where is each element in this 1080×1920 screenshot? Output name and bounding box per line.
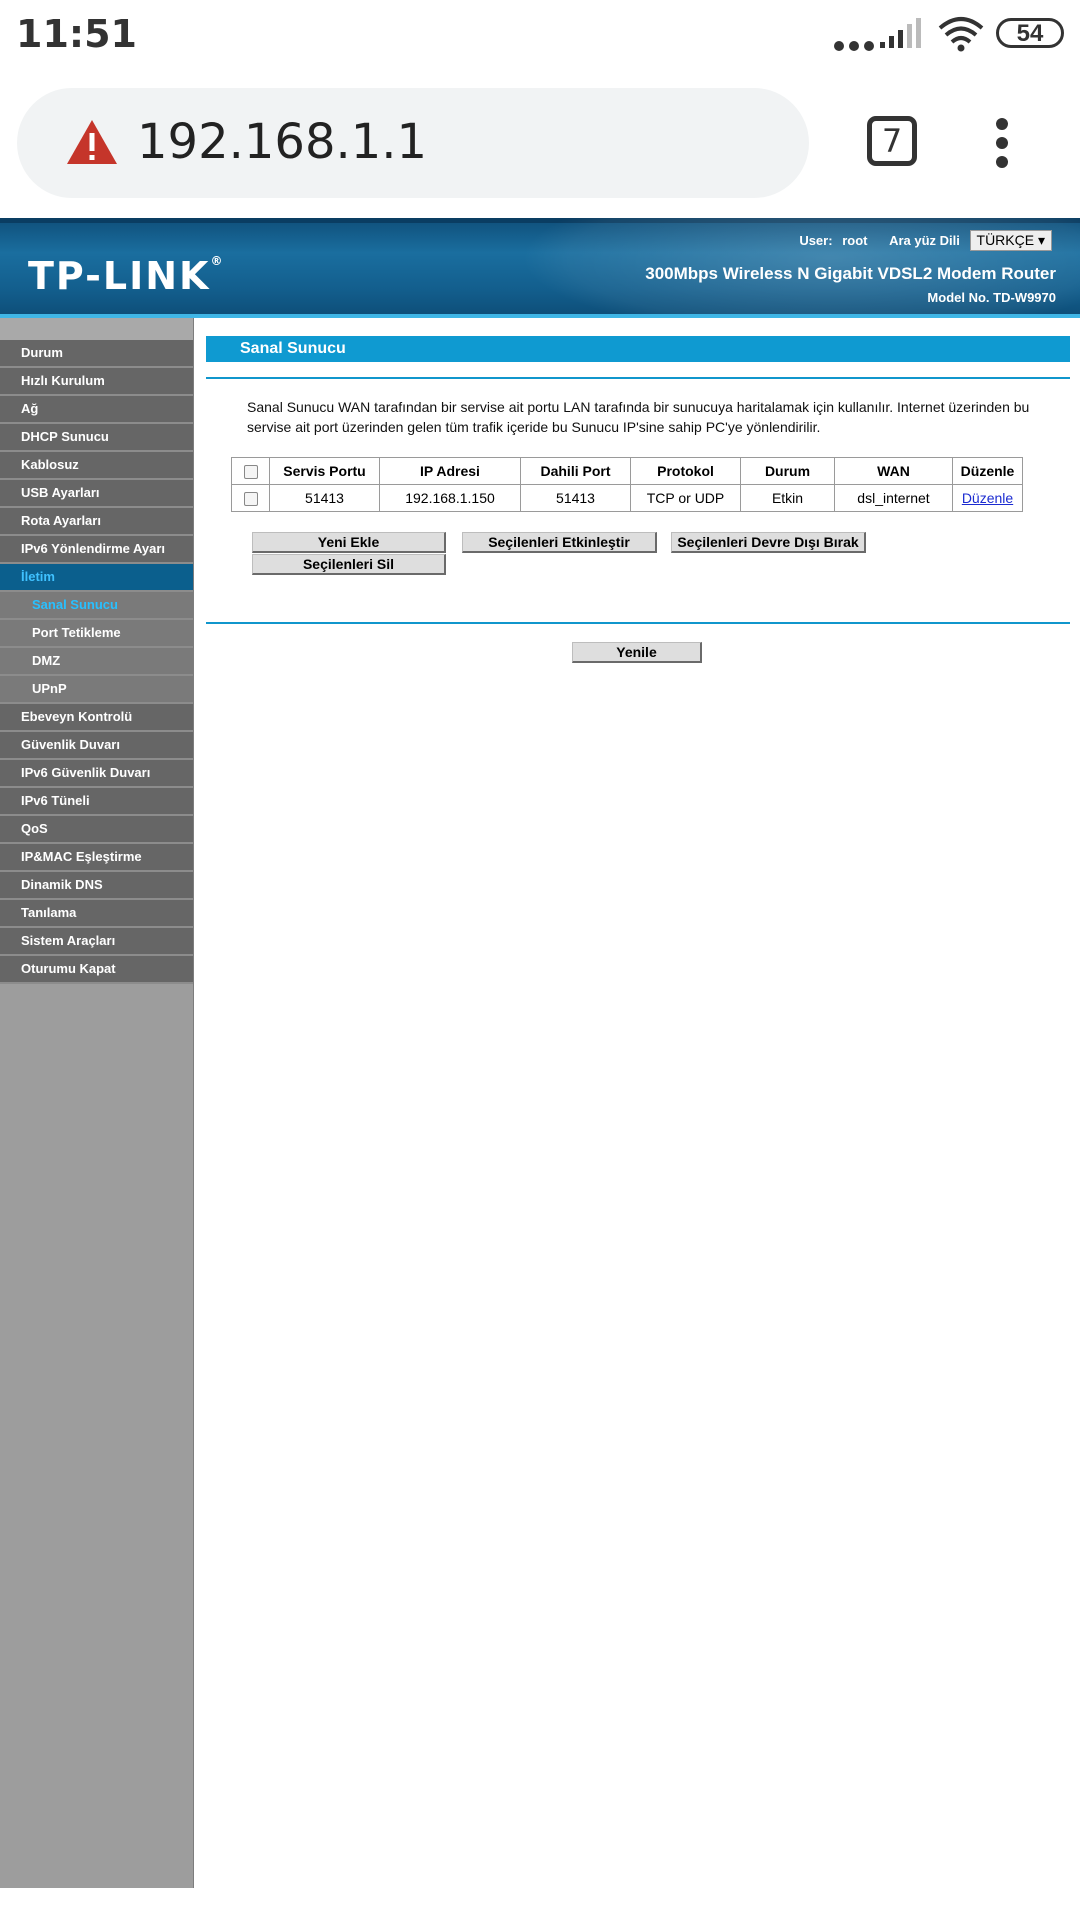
sidebar-item-tanilama[interactable]: Tanılama: [0, 900, 193, 928]
sidebar-subitem-sanal-sunucu[interactable]: Sanal Sunucu: [0, 592, 193, 620]
product-name: 300Mbps Wireless N Gigabit VDSL2 Modem R…: [645, 264, 1056, 283]
wifi-icon: [938, 17, 984, 52]
refresh-button[interactable]: Yenile: [572, 642, 702, 663]
sidebar-item-hizli-kurulum[interactable]: Hızlı Kurulum: [0, 368, 193, 396]
enable-selected-button[interactable]: Seçilenleri Etkinleştir: [462, 532, 657, 553]
col-protocol: Protokol: [630, 457, 741, 485]
row-checkbox[interactable]: [231, 484, 270, 512]
sidebar: Durum Hızlı Kurulum Ağ DHCP Sunucu Kablo…: [0, 318, 194, 1888]
sidebar-item-rota-ayarlari[interactable]: Rota Ayarları: [0, 508, 193, 536]
sidebar-item-iletim[interactable]: İletim: [0, 564, 193, 592]
sidebar-item-kablosuz[interactable]: Kablosuz: [0, 452, 193, 480]
cell-ip-address: 192.168.1.150: [379, 484, 521, 512]
user-value: root: [842, 233, 868, 248]
cell-status: Etkin: [740, 484, 835, 512]
disable-selected-button[interactable]: Seçilenleri Devre Dışı Bırak: [671, 532, 866, 553]
overflow-menu-icon[interactable]: [990, 118, 1014, 168]
sidebar-item-ipv6-tuneli[interactable]: IPv6 Tüneli: [0, 788, 193, 816]
edit-link[interactable]: Düzenle: [962, 490, 1013, 506]
delete-selected-button[interactable]: Seçilenleri Sil: [252, 554, 446, 575]
warning-icon[interactable]: [65, 118, 119, 166]
cell-protocol: TCP or UDP: [630, 484, 741, 512]
status-bar: 11:51 54: [0, 0, 1080, 66]
cell-wan: dsl_internet: [834, 484, 953, 512]
sidebar-item-dinamik-dns[interactable]: Dinamik DNS: [0, 872, 193, 900]
sidebar-item-ag[interactable]: Ağ: [0, 396, 193, 424]
tp-link-logo: TP-LINK®: [28, 254, 225, 298]
address-bar[interactable]: 192.168.1.1: [17, 88, 809, 198]
user-info: User: root Ara yüz Dili TÜRKÇE ▾: [793, 230, 1052, 251]
battery-icon: 54: [996, 18, 1064, 48]
page-description: Sanal Sunucu WAN tarafından bir servise …: [247, 399, 1030, 435]
sidebar-item-ipv6-guvenlik-duvari[interactable]: IPv6 Güvenlik Duvarı: [0, 760, 193, 788]
main-content: Sanal Sunucu Sanal Sunucu WAN tarafından…: [206, 336, 1070, 664]
notification-dots-icon: [834, 38, 879, 56]
table-row: 51413 192.168.1.150 51413 TCP or UDP Etk…: [231, 484, 1023, 512]
browser-toolbar: 192.168.1.1 7: [0, 66, 1080, 218]
cell-internal-port: 51413: [520, 484, 631, 512]
language-label: Ara yüz Dili: [889, 233, 960, 248]
cell-service-port: 51413: [269, 484, 380, 512]
select-all-checkbox[interactable]: [231, 457, 270, 485]
col-wan: WAN: [834, 457, 953, 485]
router-header: TP-LINK® User: root Ara yüz Dili TÜRKÇE …: [0, 218, 1080, 318]
url-text[interactable]: 192.168.1.1: [137, 114, 427, 170]
col-ip-address: IP Adresi: [379, 457, 521, 485]
sidebar-item-ebeveyn-kontrolu[interactable]: Ebeveyn Kontrolü: [0, 704, 193, 732]
sidebar-item-oturumu-kapat[interactable]: Oturumu Kapat: [0, 956, 193, 984]
model-number: Model No. TD-W9970: [927, 290, 1056, 305]
action-buttons: Yeni Ekle Seçilenleri Sil Seçilenleri Et…: [206, 512, 1070, 622]
sidebar-item-qos[interactable]: QoS: [0, 816, 193, 844]
sidebar-item-durum[interactable]: Durum: [0, 340, 193, 368]
sidebar-item-ipv6-yonlendirme[interactable]: IPv6 Yönlendirme Ayarı: [0, 536, 193, 564]
clock: 11:51: [16, 12, 137, 56]
sidebar-subitem-port-tetikleme[interactable]: Port Tetikleme: [0, 620, 193, 648]
sidebar-item-ip-mac-eslestirme[interactable]: IP&MAC Eşleştirme: [0, 844, 193, 872]
cell-signal-icon: [880, 18, 921, 48]
col-status: Durum: [740, 457, 835, 485]
virtual-server-table: Servis Portu IP Adresi Dahili Port Proto…: [231, 457, 1023, 512]
sidebar-subitem-upnp[interactable]: UPnP: [0, 676, 193, 704]
user-label: User:: [799, 233, 833, 248]
sidebar-item-dhcp-sunucu[interactable]: DHCP Sunucu: [0, 424, 193, 452]
sidebar-item-usb-ayarlari[interactable]: USB Ayarları: [0, 480, 193, 508]
col-edit: Düzenle: [952, 457, 1023, 485]
add-new-button[interactable]: Yeni Ekle: [252, 532, 446, 553]
sidebar-item-guvenlik-duvari[interactable]: Güvenlik Duvarı: [0, 732, 193, 760]
tab-switcher-button[interactable]: 7: [867, 116, 917, 166]
refresh-area: Yenile: [206, 624, 1070, 664]
page-title: Sanal Sunucu: [206, 336, 1070, 362]
col-internal-port: Dahili Port: [520, 457, 631, 485]
sidebar-item-sistem-araclari[interactable]: Sistem Araçları: [0, 928, 193, 956]
table-header-row: Servis Portu IP Adresi Dahili Port Proto…: [231, 457, 1023, 485]
col-service-port: Servis Portu: [269, 457, 380, 485]
language-select[interactable]: TÜRKÇE ▾: [969, 230, 1052, 251]
sidebar-subitem-dmz[interactable]: DMZ: [0, 648, 193, 676]
